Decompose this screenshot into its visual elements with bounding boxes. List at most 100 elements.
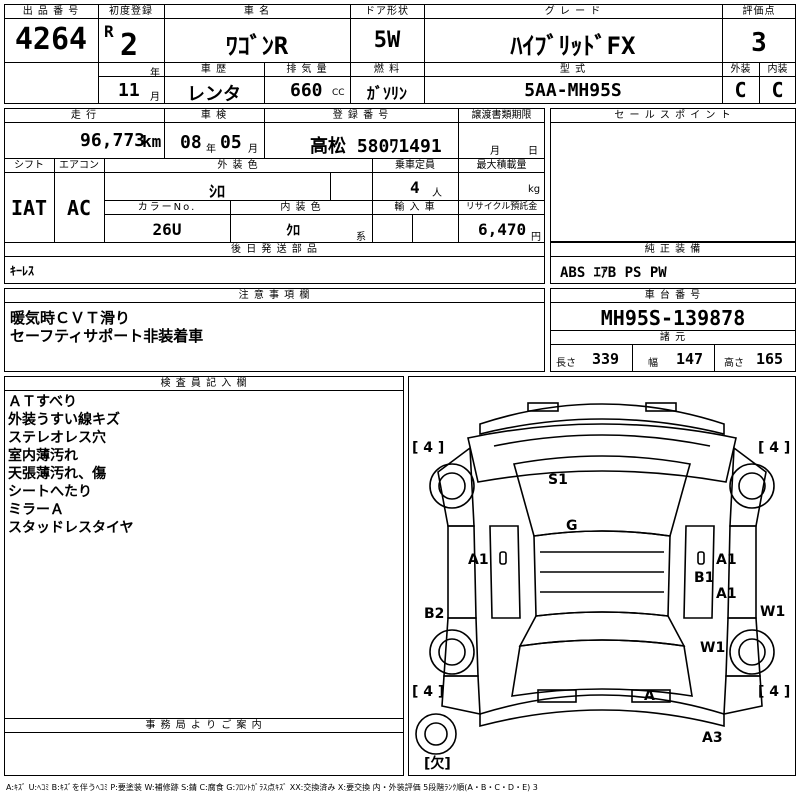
car-name-label: 車 名 [243,6,271,17]
sales-point-label: セ ー ル ス ポ イ ン ト [614,110,732,121]
model-code: 5AA-MH95S [524,80,622,101]
capacity: 4 [410,178,420,197]
note-line: セーフティサポート非装着車 [10,327,204,345]
grade-label: グ レ ー ド [544,6,602,17]
equipment-label: 純 正 装 備 [644,244,702,255]
inspector-line: シートへたり [8,484,92,500]
mileage-unit: km [142,132,162,151]
model-label: 型 式 [559,64,587,75]
score: 3 [751,28,767,58]
width: 147 [676,350,704,368]
damage-mark-w1-right: W1 [760,604,786,620]
aircon: AC [66,196,92,220]
recycle-label: リサイクル預託金 [465,202,538,212]
interior-grade: C [771,78,784,102]
inspector-line: ＡＴすべり [8,394,78,410]
damage-mark-a1-right-bottom: A1 [716,586,737,602]
month-unit: 月 [150,92,160,103]
width-label: 幅 [648,358,658,369]
car-name: ﾜｺﾞﾝR [225,32,289,60]
displacement-label: 排 気 量 [286,64,328,75]
damage-mark-w1: W1 [700,640,726,656]
note-line: 暖気時ＣＶＴ滑り [10,309,131,327]
max-load-label: 最大積載量 [476,160,527,171]
capacity-unit: 人 [432,188,442,199]
inspection-year-unit: 年 [206,144,216,155]
equipment: ABS ｴｱB PS PW [560,265,667,281]
inspection-month-unit: 月 [248,144,258,155]
later-parts-label: 後 日 発 送 部 品 [231,244,318,255]
shift: IAT [10,196,48,220]
history-label: 車 歴 [200,64,228,75]
recycle-fee: 6,470 [478,220,527,239]
damage-mark-a3: A3 [702,730,723,746]
first-registration-label: 初度登録 [109,6,153,17]
interior-color-unit: 系 [356,232,366,243]
damage-mark-g: G [566,518,578,534]
later-parts: ｷｰﾚｽ [10,264,35,278]
interior-color: ｸﾛ [286,223,300,239]
chassis-label: 車 台 番 号 [644,290,702,301]
car-body-diagram [415,402,775,755]
mileage: 96,773 [80,130,146,151]
recycle-unit: 円 [531,232,541,243]
exterior-color-label: 外 装 色 [217,160,259,171]
grade: ﾊｲﾌﾞﾘｯﾄﾞFX [510,32,636,60]
era: R [104,22,114,41]
office-notice-label: 事 務 局 よ り ご 案 内 [145,720,263,731]
color-number: 26U [152,220,182,239]
aircon-label: エアコン [59,160,99,171]
transfer-month: 月 [490,146,500,157]
tire-front-left: [ 4 ] [412,440,445,456]
inspection-month: 05 [220,132,242,153]
history: レンタ [187,84,241,105]
shift-label: シフト [14,160,44,171]
year-unit: 年 [150,68,160,79]
length-label: 長さ [556,358,576,369]
interior-label: 内装 [767,64,788,75]
tire-rear-right: [ 4 ] [758,684,791,700]
inspector-line: ステレオレス穴 [8,430,106,446]
plate-label: 登 録 番 号 [332,110,390,121]
inspection-year: 08 [180,132,202,153]
fuel-label: 燃 料 [373,64,401,75]
inspector-line: 天張薄汚れ、傷 [8,466,107,482]
capacity-label: 乗車定員 [395,160,435,171]
door-type: 5W [373,28,401,53]
tire-front-right: [ 4 ] [758,440,791,456]
damage-mark-s1: S1 [548,472,568,488]
door-type-label: ドア形状 [365,6,409,17]
registration-year: 2 [120,28,139,63]
inspection-label: 車 検 [200,110,228,121]
inspector-line: スタッドレスタイヤ [8,520,134,536]
import-label: 輸 入 車 [394,202,436,213]
damage-mark-a-rear: A [644,688,655,704]
inspector-line: 外装うすい線キズ [8,412,120,428]
exterior-label: 外装 [730,64,751,75]
inspector-line: 室内薄汚れ [8,448,78,464]
plate-number: 高松 580ﾜ1491 [310,136,442,157]
score-label: 評価点 [742,6,776,17]
height-label: 高さ [724,358,744,369]
legend: A:ｷｽﾞ U:ﾍｺﾐ B:ｷｽﾞを伴うﾍｺﾐ P:要塗装 W:補修跡 S:錆 … [6,783,538,792]
inspector-line: ミラーＡ [8,502,64,518]
registration-month: 11 [118,80,140,101]
color-number-label: カラーNo. [137,202,197,213]
damage-mark-b2: B2 [424,606,445,622]
sales-point-block [550,108,796,242]
specs-label: 諸 元 [659,332,687,343]
height: 165 [756,350,784,368]
damage-mark-a1-right-top: A1 [716,552,737,568]
spare-tire-status: [欠] [424,756,451,772]
damage-mark-a1-left: A1 [468,552,489,568]
transfer-docs-label: 譲渡書類期限 [471,110,532,121]
notes-label: 注 意 事 項 欄 [238,290,311,301]
length: 339 [592,350,620,368]
interior-color-label: 内 装 色 [280,202,322,213]
inspector-label: 検 査 員 記 入 欄 [160,378,248,389]
max-load-unit: kg [528,184,541,195]
lot-number: 4264 [14,22,88,57]
tire-rear-left: [ 4 ] [412,684,445,700]
damage-mark-b1: B1 [694,570,715,586]
lot-number-label: 出 品 番 号 [22,6,80,17]
